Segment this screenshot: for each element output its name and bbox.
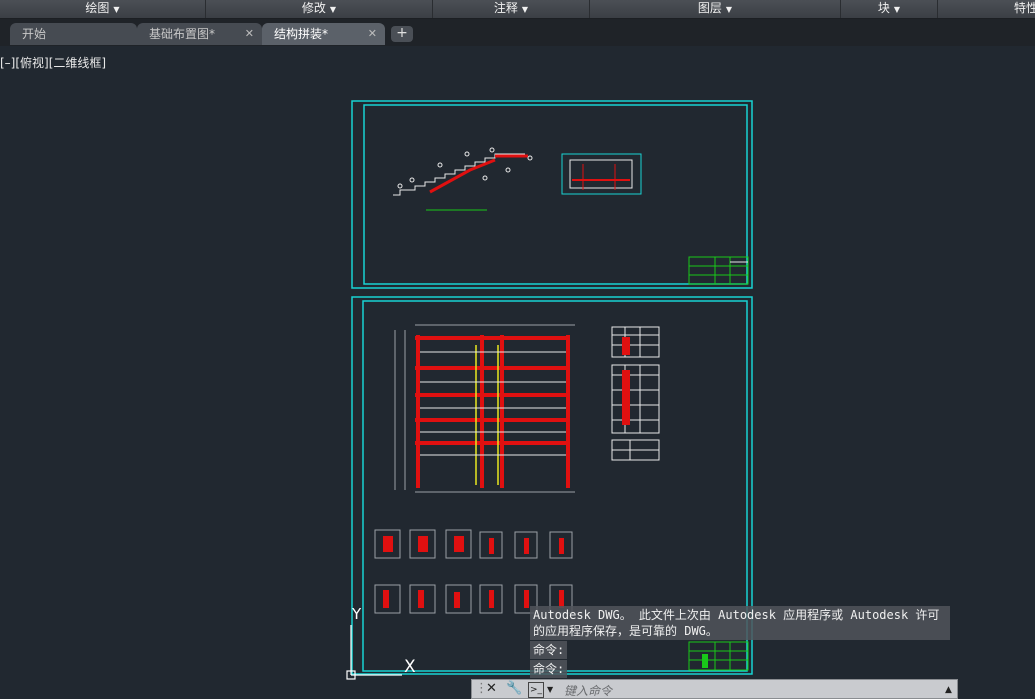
chevron-up-icon[interactable]: ▲ — [945, 685, 952, 695]
command-line: ⋮ ✕ 🔧 >_ ▼ 键入命令 ▲ — [471, 679, 958, 699]
stair-detail-drawing — [393, 147, 533, 211]
wrench-icon[interactable]: 🔧 — [506, 681, 522, 696]
beam-section-detail — [561, 153, 642, 195]
rebar-schedule-tables — [611, 326, 660, 461]
command-history-message: Autodesk DWG。 此文件上次由 Autodesk 应用程序或 Auto… — [530, 606, 950, 640]
ucs-x-label: X — [404, 657, 416, 677]
frame-elevation-drawing — [394, 324, 575, 493]
chevron-down-icon[interactable]: ▼ — [547, 685, 553, 694]
command-history-line: 命令: — [530, 641, 568, 659]
command-prompt-icon[interactable]: >_ — [528, 682, 544, 698]
title-block-upper — [688, 256, 749, 285]
ucs-y-label: Y — [352, 605, 362, 623]
upper-sheet-frame — [351, 100, 753, 289]
drawing-canvas[interactable] — [0, 0, 1035, 699]
close-icon[interactable]: ✕ — [486, 681, 497, 696]
title-block-lower — [688, 641, 749, 671]
command-input[interactable]: 键入命令 — [564, 682, 612, 699]
command-history-line: 命令: — [530, 660, 568, 678]
column-section-details — [374, 529, 573, 614]
